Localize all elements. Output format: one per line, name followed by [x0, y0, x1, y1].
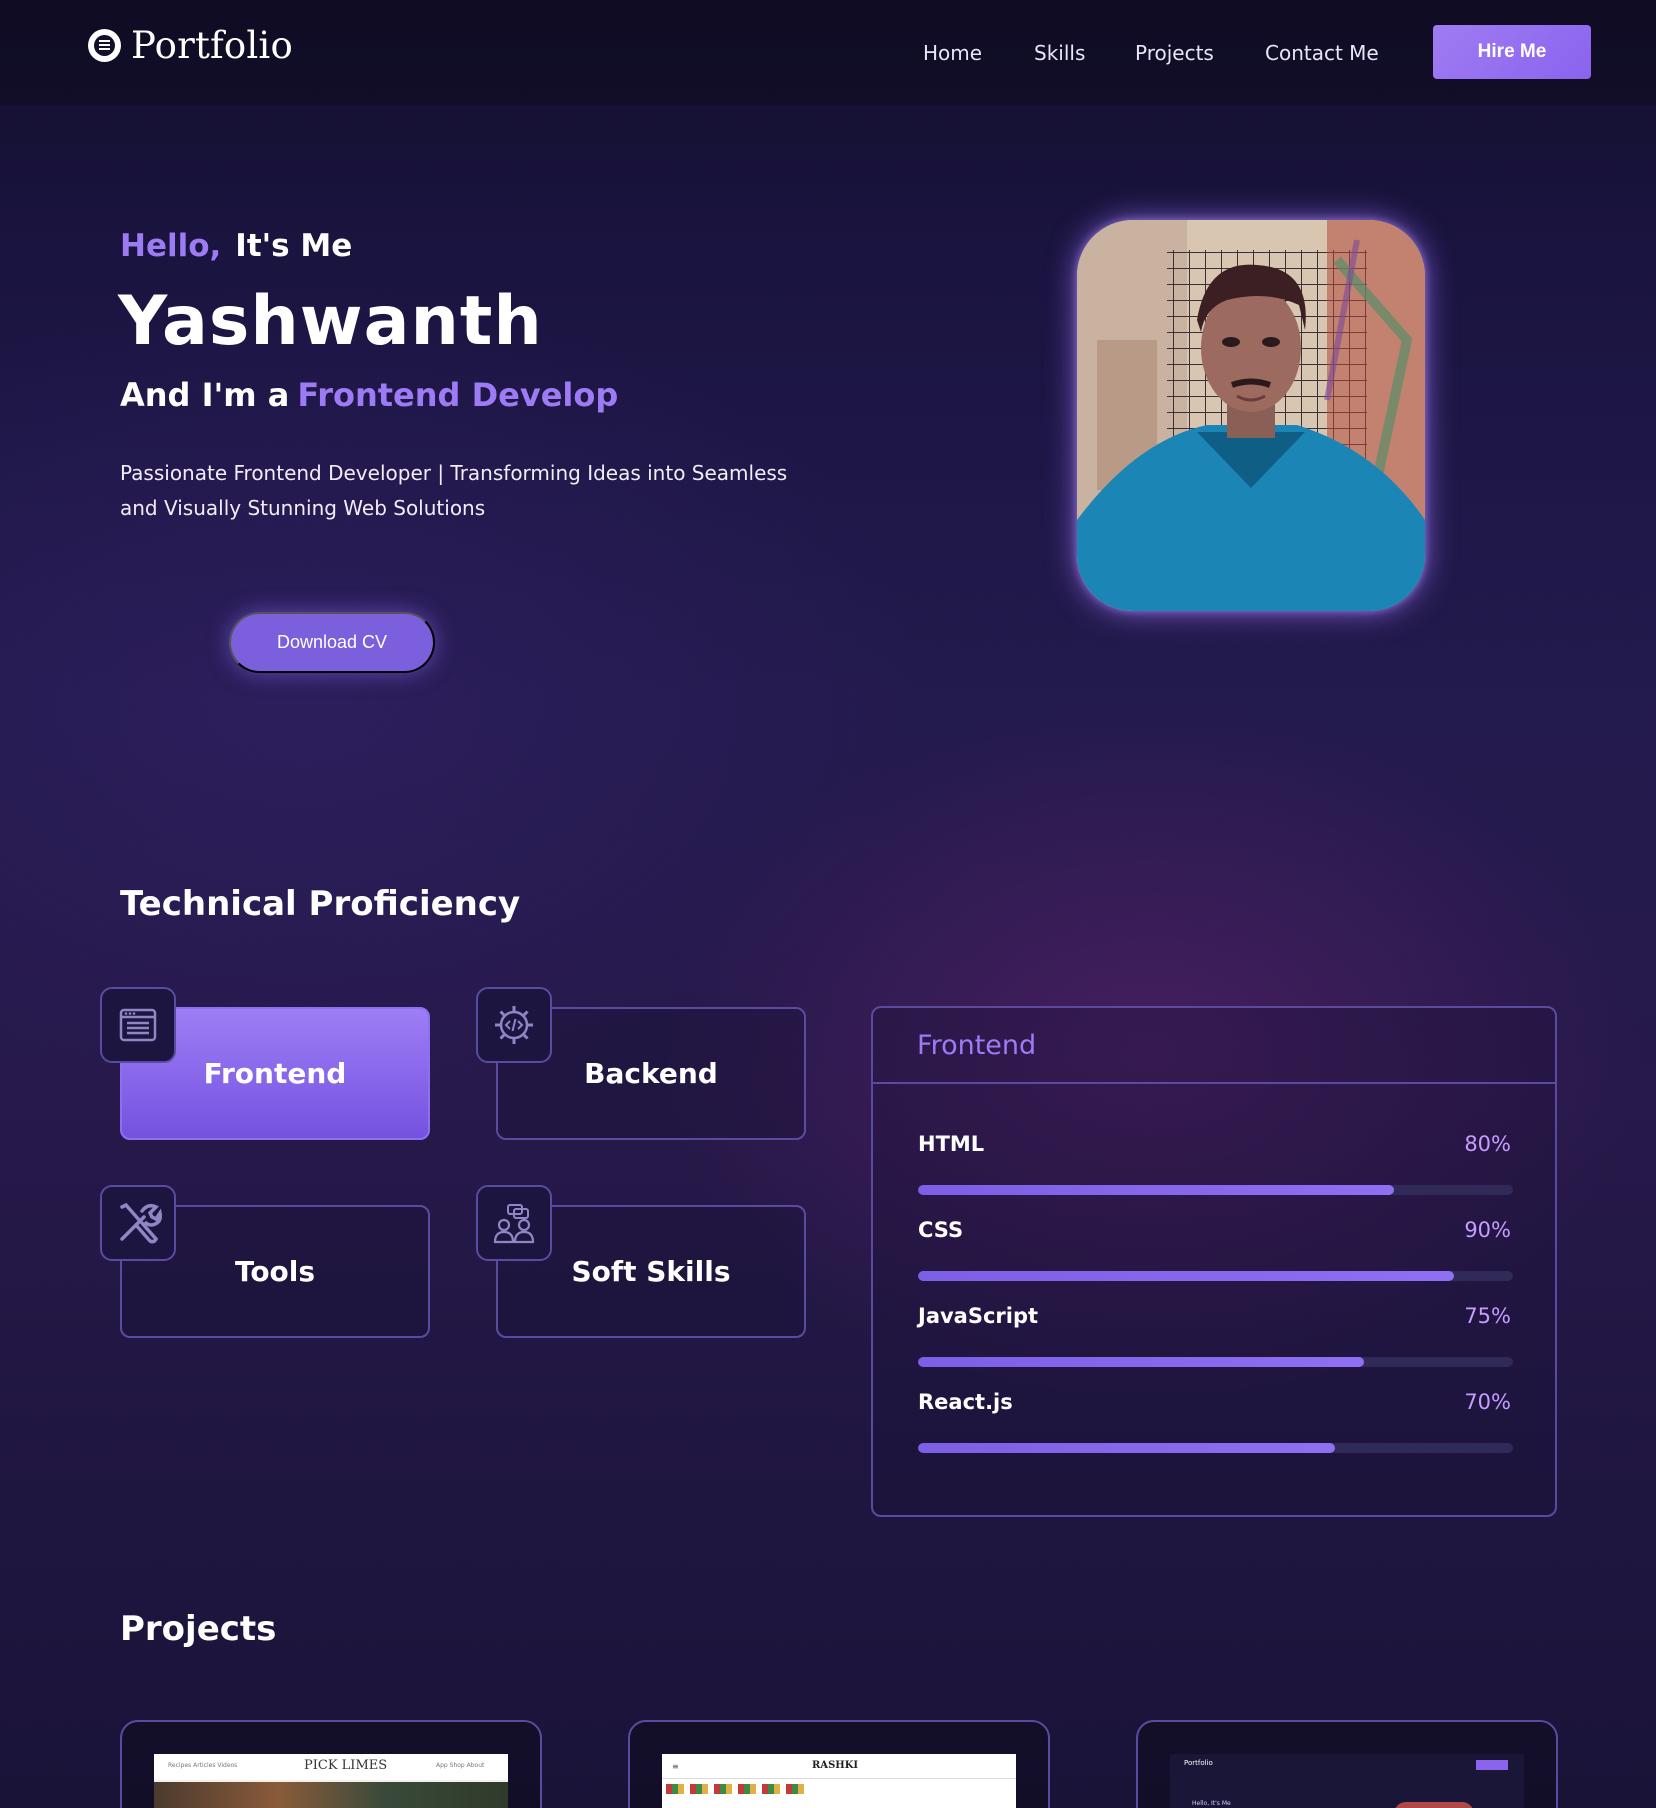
- category-label: Soft Skills: [571, 1255, 731, 1288]
- category-label: Frontend: [203, 1057, 347, 1090]
- tech-section-title: Technical Proficiency: [120, 884, 521, 924]
- skill-panel-header: Frontend: [873, 1008, 1555, 1084]
- nav-skills[interactable]: Skills: [1034, 41, 1085, 65]
- skill-percent: 90%: [1464, 1218, 1511, 1242]
- skill-panel: Frontend HTML 80% CSS 90% JavaScript 75%…: [871, 1006, 1557, 1517]
- project-card[interactable]: ≡ RASHKI: [628, 1720, 1050, 1808]
- skill-progress-fill: [918, 1357, 1365, 1367]
- thumb-hello: Hello, It's Me: [1192, 1800, 1231, 1807]
- nav-projects[interactable]: Projects: [1135, 41, 1214, 65]
- category-label: Tools: [234, 1255, 316, 1288]
- download-cv-button[interactable]: Download CV: [229, 612, 435, 673]
- skill-percent: 80%: [1464, 1132, 1511, 1156]
- skill-name: JavaScript: [918, 1304, 1039, 1328]
- thumb-brand: Portfolio: [1184, 1759, 1213, 1767]
- greeting-rest: It's Me: [235, 228, 353, 264]
- skill-panel-title: Frontend: [917, 1030, 1037, 1061]
- skill-progress-fill: [918, 1271, 1454, 1281]
- hire-me-button[interactable]: Hire Me: [1433, 25, 1591, 79]
- hero-description: Passionate Frontend Developer | Transfor…: [120, 461, 788, 520]
- thumb-nav: Recipes Articles Videos: [168, 1762, 238, 1769]
- thumb-brand: RASHKI: [812, 1760, 859, 1771]
- thumb-right-nav: App Shop About: [436, 1762, 485, 1769]
- skill-name: HTML: [918, 1132, 985, 1156]
- menu-icon: ≡: [672, 1762, 679, 1771]
- people-chat-icon: [476, 1185, 552, 1261]
- code-gear-icon: [476, 987, 552, 1063]
- nav-home[interactable]: Home: [923, 41, 982, 65]
- wrench-screwdriver-icon: [100, 1185, 176, 1261]
- project-thumbnail: ≡ RASHKI: [662, 1754, 1016, 1808]
- category-label: Backend: [584, 1057, 718, 1090]
- skill-percent: 70%: [1464, 1390, 1511, 1414]
- project-thumbnail: Recipes Articles Videos PICK LIMES App S…: [154, 1754, 508, 1808]
- nav-contact[interactable]: Contact Me: [1265, 41, 1379, 65]
- role-title: Frontend Develop: [297, 376, 619, 414]
- profile-illustration: [1077, 220, 1425, 611]
- logo-icon: [88, 29, 121, 62]
- project-card[interactable]: Recipes Articles Videos PICK LIMES App S…: [120, 1720, 542, 1808]
- project-card[interactable]: Portfolio Hello, It's Me: [1136, 1720, 1558, 1808]
- skill-percent: 75%: [1464, 1304, 1511, 1328]
- skill-progress-fill: [918, 1443, 1335, 1453]
- greeting-hello: Hello,: [120, 228, 222, 264]
- hero-role: And I'm a Frontend Develop: [120, 376, 618, 414]
- hero-greeting: Hello, It's Me: [120, 228, 352, 264]
- skill-progress-track: [918, 1271, 1513, 1281]
- browser-window-icon: [100, 987, 176, 1063]
- thumb-brand: PICK LIMES: [304, 1758, 388, 1773]
- skill-name: React.js: [918, 1390, 1013, 1414]
- project-thumbnail: Portfolio Hello, It's Me: [1170, 1754, 1524, 1808]
- projects-section-title: Projects: [120, 1609, 277, 1649]
- skill-progress-track: [918, 1443, 1513, 1453]
- hero-name: Yashwanth: [118, 282, 543, 361]
- logo-text: Portfolio: [131, 24, 293, 67]
- skill-progress-track: [918, 1185, 1513, 1195]
- profile-photo: [1077, 220, 1425, 611]
- logo[interactable]: Portfolio: [88, 24, 293, 67]
- skill-name: CSS: [918, 1218, 964, 1242]
- skill-progress-fill: [918, 1185, 1394, 1195]
- role-prefix: And I'm a: [120, 376, 290, 414]
- skill-progress-track: [918, 1357, 1513, 1367]
